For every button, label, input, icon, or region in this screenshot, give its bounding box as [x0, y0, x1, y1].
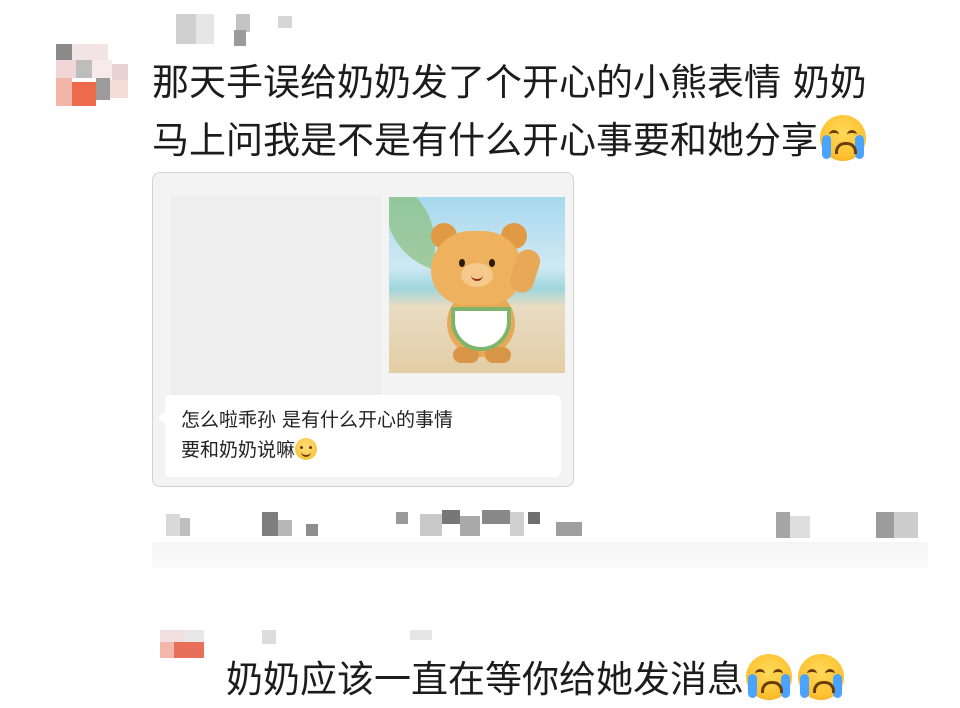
post-text: 那天手误给奶奶发了个开心的小熊表情 奶奶 马上问我是不是有什么开心事要和她分享 — [152, 54, 912, 170]
reply-line-1: 怎么啦乖孙 是有什么开心的事情 — [181, 409, 454, 431]
post-line-1: 那天手误给奶奶发了个开心的小熊表情 奶奶 — [152, 61, 867, 104]
crying-emoji-icon — [820, 115, 866, 161]
post-line-2: 马上问我是不是有什么开心事要和她分享 — [152, 112, 912, 170]
comment-text: 奶奶应该一直在等你给她发消息 — [226, 652, 946, 708]
avatar[interactable] — [56, 44, 136, 108]
post-line-2-text: 马上问我是不是有什么开心事要和她分享 — [152, 119, 818, 162]
crying-emoji-icon — [746, 654, 792, 700]
comment-avatar[interactable] — [160, 630, 208, 664]
smile-emoji-icon — [295, 438, 318, 460]
reply-line-2-text: 要和奶奶说嘛 — [181, 439, 296, 461]
reply-input-bar[interactable] — [152, 542, 928, 568]
chat-screenshot-image[interactable]: 怎么啦乖孙 是有什么开心的事情 要和奶奶说嘛 — [152, 172, 574, 487]
blurred-area — [171, 195, 381, 395]
comment-text-content: 奶奶应该一直在等你给她发消息 — [226, 658, 744, 701]
grandma-reply-bubble: 怎么啦乖孙 是有什么开心的事情 要和奶奶说嘛 — [158, 395, 561, 477]
crying-emoji-icon — [798, 654, 844, 700]
bear-sticker-image[interactable] — [389, 197, 565, 373]
reply-line-2: 要和奶奶说嘛 — [181, 435, 561, 465]
